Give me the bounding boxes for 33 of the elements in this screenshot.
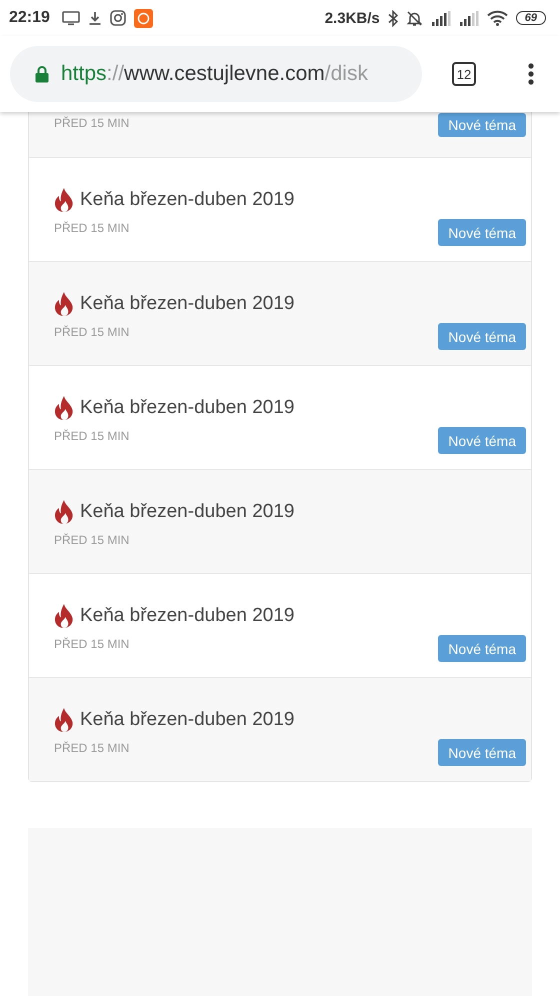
battery-level: 69 [516, 11, 546, 25]
topic-title[interactable]: Keňa březen-duben 2019 [80, 189, 294, 211]
topic-title[interactable]: Keňa březen-duben 2019 [80, 293, 294, 315]
bluetooth-icon [388, 10, 398, 26]
address-bar[interactable]: https://www.cestujlevne.com/disk [10, 46, 422, 102]
app-icon [134, 8, 153, 28]
status-time: 22:19 [9, 9, 50, 27]
menu-icon[interactable] [528, 63, 534, 85]
topic-row[interactable]: Keňa březen-duben 2019 PŘED 15 MIN Nové téma [29, 677, 531, 781]
topic-time: PŘED 15 MIN [54, 115, 130, 132]
topic-row[interactable]: Keňa březen-duben 2019 PŘED 15 MIN [29, 469, 531, 573]
network-speed: 2.3KB/s [324, 10, 380, 26]
camera-icon [110, 10, 126, 26]
tab-count-button[interactable]: 12 [452, 62, 476, 86]
topic-time: PŘED 15 MIN [54, 532, 130, 549]
topic-title[interactable]: Keňa březen-duben 2019 [80, 501, 294, 523]
monitor-icon [62, 10, 80, 26]
lock-icon [35, 65, 49, 83]
topic-time: PŘED 15 MIN [54, 324, 130, 341]
muted-bell-icon [406, 10, 423, 26]
topic-time: PŘED 15 MIN [54, 220, 130, 237]
wifi-icon [486, 10, 508, 26]
download-icon [88, 10, 102, 26]
topic-row[interactable]: Keňa březen-duben 2019 PŘED 15 MIN Nové téma [29, 261, 531, 365]
url-text: https://www.cestujlevne.com/disk [61, 62, 368, 86]
signal-icon [430, 10, 451, 26]
topic-time: PŘED 15 MIN [54, 428, 130, 445]
topic-title[interactable]: Keňa březen-duben 2019 [80, 709, 294, 731]
signal-icon [458, 10, 479, 26]
topic-time: PŘED 15 MIN [54, 636, 130, 653]
topic-title[interactable]: Keňa březen-duben 2019 [80, 397, 294, 419]
topic-time: PŘED 15 MIN [54, 740, 130, 757]
topic-title[interactable]: Keňa březen-duben 2019 [80, 605, 294, 627]
